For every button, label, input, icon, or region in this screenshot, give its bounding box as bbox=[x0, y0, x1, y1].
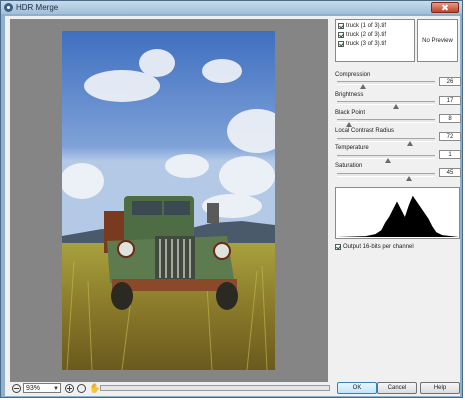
hdr-merge-window: HDR Merge 93% ▼ ✋ truck (1 of 3).tif tru… bbox=[0, 0, 463, 398]
file-preview-box: No Preview bbox=[417, 19, 458, 62]
hdr-app-icon bbox=[4, 3, 13, 12]
zoom-in-icon[interactable] bbox=[65, 384, 74, 393]
brightness-value[interactable]: 17 bbox=[439, 96, 461, 105]
slider-thumb[interactable] bbox=[360, 84, 367, 89]
output-16bit-label: Output 16-bits per channel bbox=[343, 244, 414, 250]
hand-icon[interactable]: ✋ bbox=[89, 383, 100, 393]
zoom-select[interactable]: 93% ▼ bbox=[23, 383, 61, 393]
black-point-value[interactable]: 8 bbox=[439, 114, 461, 123]
zoom-toolbar: 93% ▼ ✋ bbox=[10, 383, 330, 394]
file-list: truck (1 of 3).tif truck (2 of 3).tif tr… bbox=[335, 19, 415, 62]
file-checkbox[interactable] bbox=[338, 32, 344, 38]
local-contrast-radius-value[interactable]: 72 bbox=[439, 132, 461, 141]
file-label: truck (2 of 3).tif bbox=[346, 32, 387, 38]
file-item[interactable]: truck (1 of 3).tif bbox=[338, 22, 414, 31]
file-label: truck (1 of 3).tif bbox=[346, 23, 387, 29]
close-button[interactable] bbox=[431, 2, 459, 13]
brightness-label: Brightness bbox=[335, 92, 364, 98]
compression-slider[interactable] bbox=[337, 81, 435, 89]
slider-thumb[interactable] bbox=[345, 122, 352, 127]
slider-thumb[interactable] bbox=[405, 176, 412, 181]
cancel-button[interactable]: Cancel bbox=[377, 382, 417, 394]
dialog-body: 93% ▼ ✋ truck (1 of 3).tif truck (2 of 3… bbox=[5, 16, 461, 396]
zoom-out-icon[interactable] bbox=[12, 384, 21, 393]
brightness-slider[interactable] bbox=[337, 101, 435, 109]
chevron-down-icon: ▼ bbox=[53, 386, 59, 392]
file-item[interactable]: truck (2 of 3).tif bbox=[338, 31, 414, 40]
temperature-value[interactable]: 1 bbox=[439, 150, 461, 159]
black-point-label: Black Point bbox=[335, 110, 366, 116]
temperature-label: Temperature bbox=[335, 145, 369, 151]
output-16bit-checkbox[interactable] bbox=[335, 244, 341, 250]
file-label: truck (3 of 3).tif bbox=[346, 41, 387, 47]
local-contrast-radius-label: Local Contrast Radius bbox=[335, 128, 395, 134]
file-item[interactable]: truck (3 of 3).tif bbox=[338, 40, 414, 49]
zoom-icon[interactable] bbox=[77, 384, 86, 393]
zoom-value: 93% bbox=[26, 385, 41, 392]
ok-button[interactable]: OK bbox=[337, 382, 377, 394]
file-checkbox[interactable] bbox=[338, 23, 344, 29]
file-checkbox[interactable] bbox=[338, 41, 344, 47]
slider-thumb[interactable] bbox=[392, 104, 399, 109]
saturation-value[interactable]: 45 bbox=[439, 168, 461, 177]
compression-label: Compression bbox=[335, 72, 371, 78]
slider-thumb[interactable] bbox=[384, 158, 391, 163]
saturation-label: Saturation bbox=[335, 163, 363, 169]
title-bar: HDR Merge bbox=[1, 1, 462, 14]
black-point-slider[interactable] bbox=[337, 119, 435, 127]
image-preview-area[interactable] bbox=[10, 19, 328, 382]
no-preview-text: No Preview bbox=[422, 38, 453, 44]
window-title: HDR Merge bbox=[16, 3, 59, 12]
saturation-slider[interactable] bbox=[337, 173, 435, 181]
temperature-slider[interactable] bbox=[337, 155, 435, 163]
histogram bbox=[335, 187, 460, 239]
hdr-preview-image bbox=[62, 31, 275, 370]
compression-value[interactable]: 26 bbox=[439, 77, 461, 86]
local-contrast-radius-slider[interactable] bbox=[337, 138, 435, 146]
progress-bar bbox=[100, 385, 330, 391]
help-button[interactable]: Help bbox=[420, 382, 460, 394]
slider-thumb[interactable] bbox=[406, 141, 413, 146]
